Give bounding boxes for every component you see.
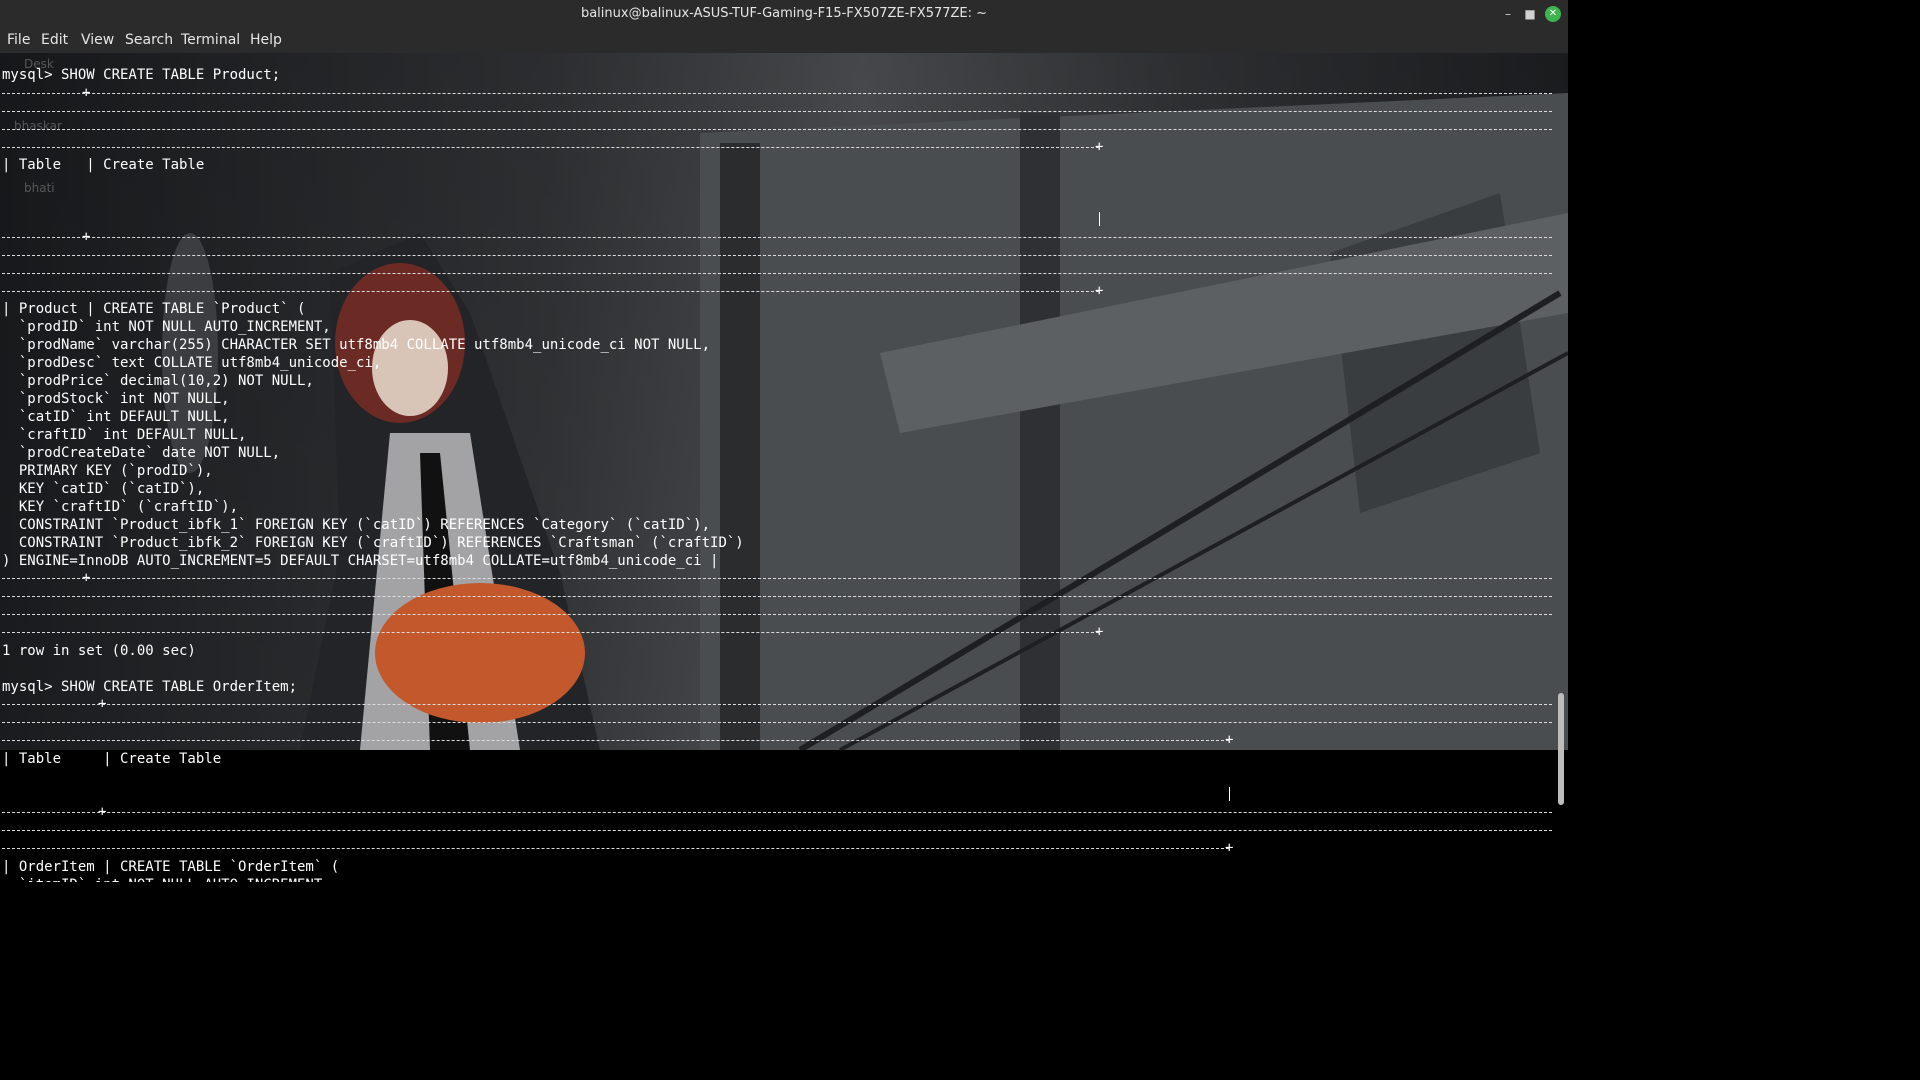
table-border-corner: + xyxy=(1095,139,1104,155)
table-border-corner: + xyxy=(82,229,91,245)
table-border-corner: + xyxy=(1225,732,1234,748)
menu-help[interactable]: Help xyxy=(250,32,282,48)
menu-bar: File Edit View Search Terminal Help xyxy=(0,28,1568,53)
table-border-line xyxy=(2,111,1552,112)
terminal-area[interactable]: Desk bhaskar bhati mysql> SHOW CREATE TA… xyxy=(0,53,1568,882)
table-border-corner: + xyxy=(82,570,91,586)
title-bar: balinux@balinux-ASUS-TUF-Gaming-F15-FX50… xyxy=(0,0,1568,28)
terminal-output: mysql> SHOW CREATE TABLE Product; | Tabl… xyxy=(2,67,744,882)
table-border-line xyxy=(2,740,1229,741)
table-border-corner: + xyxy=(1095,624,1104,640)
menu-file[interactable]: File xyxy=(7,32,30,48)
table-border-line xyxy=(2,129,1552,130)
scrollbar[interactable] xyxy=(1558,693,1564,805)
menu-edit[interactable]: Edit xyxy=(41,32,68,48)
table-border-corner: + xyxy=(1095,283,1104,299)
table-border-line xyxy=(2,93,1552,94)
table-border-line xyxy=(2,273,1552,274)
table-border-corner: + xyxy=(98,696,107,712)
table-border-line xyxy=(2,614,1552,615)
menu-terminal[interactable]: Terminal xyxy=(181,32,240,48)
minimize-icon[interactable]: – xyxy=(1500,6,1516,22)
table-border-line xyxy=(2,848,1229,849)
text-cursor xyxy=(1229,787,1230,801)
table-border-line xyxy=(2,237,1552,238)
table-border-line xyxy=(2,578,1552,579)
table-border-line xyxy=(2,291,1099,292)
table-border-line xyxy=(2,596,1552,597)
close-icon[interactable]: ✕ xyxy=(1545,6,1561,22)
table-border-corner: + xyxy=(1225,840,1234,856)
table-border-line xyxy=(2,704,1552,705)
table-border-line xyxy=(2,632,1099,633)
window-title: balinux@balinux-ASUS-TUF-Gaming-F15-FX50… xyxy=(580,6,988,21)
maximize-icon[interactable]: ■ xyxy=(1522,6,1538,22)
table-border-line xyxy=(2,147,1099,148)
text-cursor xyxy=(1099,212,1100,226)
table-border-line xyxy=(2,255,1552,256)
table-border-corner: + xyxy=(82,85,91,101)
menu-view[interactable]: View xyxy=(81,32,114,48)
table-border-line xyxy=(2,812,1552,813)
table-border-line xyxy=(2,830,1552,831)
menu-search[interactable]: Search xyxy=(125,32,173,48)
table-border-corner: + xyxy=(98,804,107,820)
table-border-line xyxy=(2,722,1552,723)
